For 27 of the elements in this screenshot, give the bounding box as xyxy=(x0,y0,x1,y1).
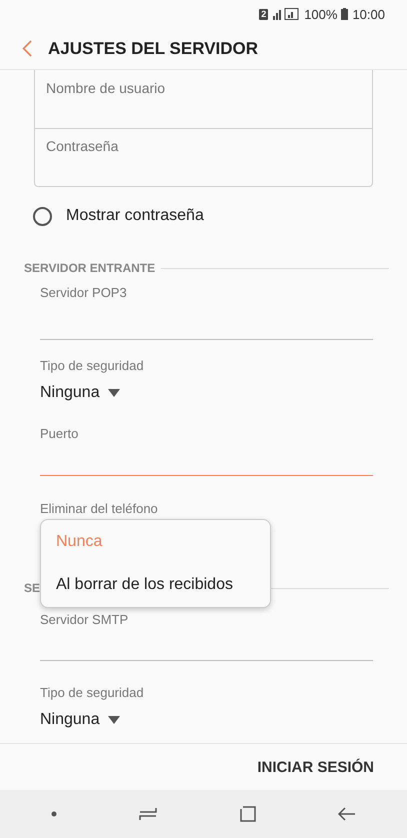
screen-title: AJUSTES DEL SERVIDOR xyxy=(48,38,258,58)
radio-label[interactable]: Mostrar contraseña xyxy=(66,207,204,225)
sign-in-button[interactable]: INICIAR SESIÓN xyxy=(257,754,374,780)
radio-button[interactable] xyxy=(33,206,52,226)
signal-icon xyxy=(272,8,300,20)
menu-item[interactable]: Al borrar de los recibidos xyxy=(41,574,270,596)
dot-icon[interactable] xyxy=(51,811,58,817)
recent-apps-icon[interactable] xyxy=(139,807,158,821)
back-arrow-icon[interactable] xyxy=(338,807,356,821)
field-label: Tipo de seguridad xyxy=(40,685,144,701)
dropdown-button[interactable]: Ninguna xyxy=(40,382,120,404)
text-input[interactable]: Nombre de usuario xyxy=(35,70,372,128)
dropdown-caret-icon xyxy=(108,716,120,724)
field-label: Eliminar del teléfono xyxy=(40,501,158,517)
sim-badge: 2 xyxy=(259,8,268,20)
dropdown-caret-icon xyxy=(108,389,120,397)
section-header: SERVIDOR ENTRANTE xyxy=(24,261,156,275)
dropdown-button[interactable]: Ninguna xyxy=(40,709,120,731)
home-icon[interactable] xyxy=(240,806,256,822)
battery-percent: 100% xyxy=(304,6,338,22)
battery-icon xyxy=(341,8,348,20)
text-input[interactable]: Contraseña xyxy=(35,128,372,186)
text-field[interactable]: Puerto xyxy=(40,420,373,476)
clock: 10:00 xyxy=(352,6,385,22)
text-field[interactable]: Servidor POP3 xyxy=(40,279,373,340)
field-label: Tipo de seguridad xyxy=(40,358,144,374)
section-header: SE xyxy=(24,581,40,595)
